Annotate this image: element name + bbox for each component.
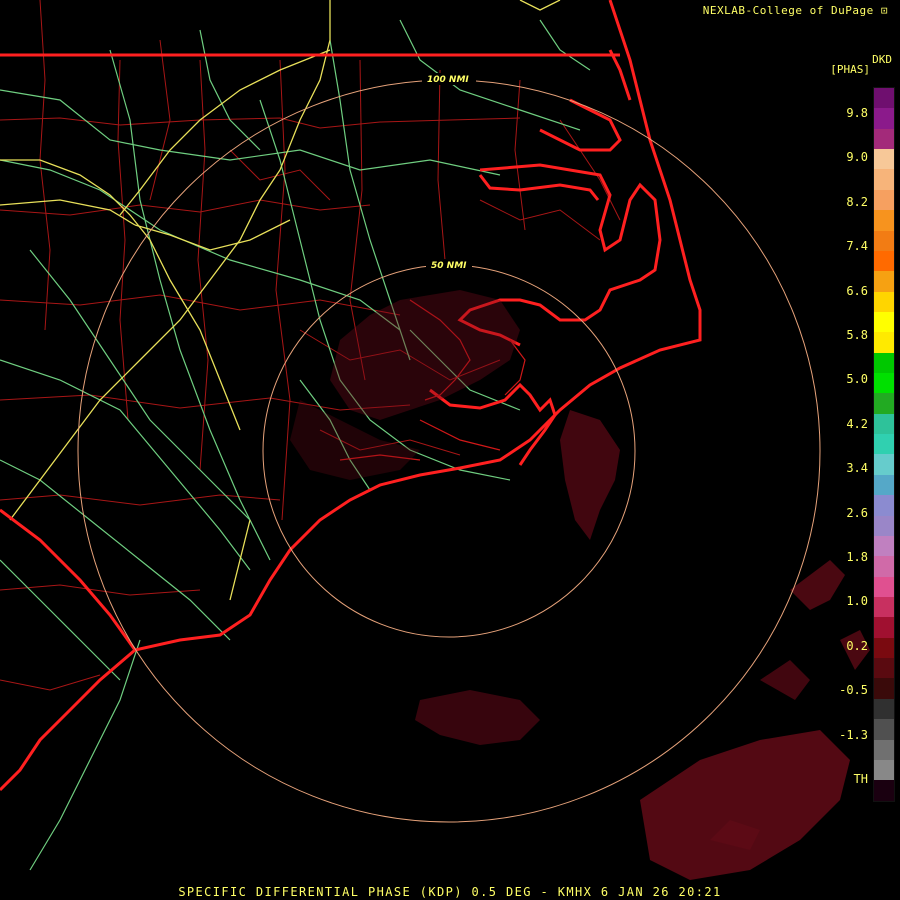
colorbar-segment — [874, 352, 894, 374]
colorbar-segment — [874, 434, 894, 455]
colorbar-segment — [874, 780, 894, 801]
colorbar-segment — [874, 739, 894, 760]
colorbar-segment — [874, 658, 894, 679]
colorbar-segment — [874, 474, 894, 496]
colorbar-tick-label: TH — [853, 772, 868, 786]
colorbar — [873, 87, 895, 802]
colorbar-tick-label: 1.0 — [846, 594, 868, 609]
colorbar-segment — [874, 169, 894, 190]
credit-label: NEXLAB-College of DuPage — [702, 4, 874, 17]
units-label: [PHAS] — [830, 63, 870, 76]
colorbar-segment — [874, 149, 894, 170]
colorbar-segment — [874, 495, 894, 516]
colorbar-tick-label: 5.0 — [846, 372, 868, 387]
ring-label-100: 100 NMI — [427, 75, 469, 85]
colorbar-tick-label: 8.2 — [846, 194, 868, 209]
colorbar-segment — [874, 454, 894, 475]
ring-label-50: 50 NMI — [431, 261, 467, 271]
colorbar-segment — [874, 698, 894, 720]
colorbar-segment — [874, 311, 894, 333]
colorbar-segment — [874, 332, 894, 353]
colorbar-segment — [874, 596, 894, 618]
colorbar-tick-label: 9.8 — [846, 106, 868, 120]
colorbar-tick-label: 1.8 — [846, 550, 868, 564]
colorbar-tick-label: 9.0 — [846, 150, 868, 165]
colorbar-segment — [874, 413, 894, 435]
ring-labels: 100 NMI 50 NMI — [422, 73, 476, 271]
colorbar-segment — [874, 556, 894, 577]
colorbar-segment — [874, 230, 894, 251]
colorbar-segment — [874, 271, 894, 292]
colorbar-segment — [874, 515, 894, 536]
colorbar-tick-label: 7.4 — [846, 239, 868, 254]
radar-echoes — [290, 290, 870, 880]
colorbar-segment — [874, 393, 894, 414]
colorbar-segment — [874, 128, 894, 150]
colorbar-segment — [874, 719, 894, 740]
product-title: SPECIFIC DIFFERENTIAL PHASE (KDP) 0.5 DE… — [178, 885, 722, 899]
colorbar-segment — [874, 250, 894, 272]
colorbar-segment — [874, 373, 894, 394]
colorbar-tick-label: -1.3 — [839, 727, 868, 742]
colorbar-segment — [874, 210, 894, 231]
colorbar-segment — [874, 291, 894, 312]
colorbar-tick-label: 2.6 — [846, 505, 868, 520]
colorbar-segment — [874, 637, 894, 659]
colorbar-tick-label: 5.8 — [846, 328, 868, 342]
colorbar-segment — [874, 108, 894, 129]
colorbar-segment — [874, 617, 894, 638]
colorbar-segment — [874, 678, 894, 699]
colorbar-tick-label: 3.4 — [846, 461, 868, 476]
colorbar-segment — [874, 189, 894, 211]
colorbar-segment — [874, 576, 894, 597]
radar-map: 100 NMI 50 NMI — [0, 0, 870, 880]
colorbar-tick-label: -0.5 — [839, 683, 868, 698]
product-code: DKD — [872, 53, 892, 66]
colorbar-segment — [874, 535, 894, 557]
colorbar-segment — [874, 759, 894, 781]
state-boundaries — [0, 53, 620, 651]
colorbar-tick-label: 0.2 — [846, 638, 868, 653]
colorbar-segment — [874, 88, 894, 109]
logo-mark-icon: ⊡ — [880, 4, 888, 17]
colorbar-tick-label: 6.6 — [846, 283, 868, 298]
colorbar-tick-label: 4.2 — [846, 416, 868, 431]
credit-text: NEXLAB-College of DuPage ⊡ — [703, 4, 888, 17]
